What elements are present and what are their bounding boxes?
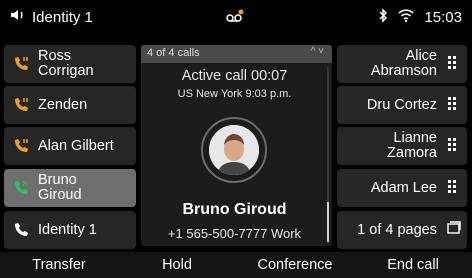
missed-call-icon bbox=[10, 137, 32, 155]
line-key-alan-gilbert[interactable]: Alan Gilbert bbox=[4, 127, 136, 165]
wifi-icon bbox=[398, 9, 415, 26]
end-call-button[interactable]: End call bbox=[354, 252, 472, 278]
status-identity-label: Identity 1 bbox=[32, 8, 93, 26]
status-identity: Identity 1 bbox=[10, 8, 93, 26]
caller-avatar-ring bbox=[201, 117, 267, 183]
caller-name: Bruno Giroud bbox=[182, 201, 287, 218]
active-call-icon bbox=[10, 179, 32, 197]
grid-icon bbox=[445, 55, 461, 73]
voicemail-icon bbox=[225, 9, 245, 27]
call-status: Active call 00:07 bbox=[181, 68, 288, 84]
call-timezone: US New York 9:03 p.m. bbox=[177, 88, 292, 100]
call-nav-arrows-icon[interactable]: ^ ˅ bbox=[311, 46, 324, 57]
grid-icon bbox=[445, 96, 461, 114]
line-key-label: Zenden bbox=[38, 96, 88, 113]
clock: 15:03 bbox=[424, 9, 462, 26]
line-key-alice-abramson[interactable]: Alice Abramson bbox=[337, 45, 467, 83]
line-key-label: Ross Corrigan bbox=[38, 48, 94, 79]
missed-call-icon bbox=[10, 96, 32, 114]
line-key-label: Bruno Giroud bbox=[38, 172, 82, 203]
active-call-panel[interactable]: 4 of 4 calls ^ ˅ Active call 00:07 US Ne… bbox=[141, 45, 332, 246]
transfer-button[interactable]: Transfer bbox=[0, 252, 118, 278]
line-key-bruno-giroud[interactable]: Bruno Giroud bbox=[4, 169, 136, 207]
line-key-lianne-zamora[interactable]: Lianne Zamora bbox=[337, 127, 467, 165]
line-key-label: Lianne Zamora bbox=[387, 130, 437, 161]
status-bar: Identity 1 15:03 bbox=[0, 0, 472, 34]
line-key-label: Identity 1 bbox=[38, 221, 97, 238]
grid-icon bbox=[445, 179, 461, 197]
line-key-label: Adam Lee bbox=[370, 179, 437, 196]
line-key-page-indicator[interactable]: 1 of 4 pages bbox=[337, 211, 467, 249]
handset-icon bbox=[10, 221, 32, 239]
scroll-thumb[interactable] bbox=[327, 202, 329, 242]
line-key-label: 1 of 4 pages bbox=[357, 221, 437, 238]
status-right: 15:03 bbox=[378, 8, 462, 27]
bluetooth-icon bbox=[378, 8, 388, 27]
line-key-label: Dru Cortez bbox=[366, 96, 437, 113]
grid-icon bbox=[445, 137, 461, 155]
pages-icon bbox=[445, 221, 461, 239]
conference-button[interactable]: Conference bbox=[236, 252, 354, 278]
line-key-label: Alan Gilbert bbox=[38, 137, 114, 154]
hold-button[interactable]: Hold bbox=[118, 252, 236, 278]
speaker-icon bbox=[10, 8, 26, 26]
call-scrollbar[interactable] bbox=[327, 67, 329, 243]
line-key-dru-cortez[interactable]: Dru Cortez bbox=[337, 86, 467, 124]
caller-number: +1 565-500-7777 Work bbox=[167, 226, 302, 241]
softkey-bar: Transfer Hold Conference End call bbox=[0, 252, 472, 278]
caller-avatar bbox=[209, 125, 259, 175]
line-key-identity-1[interactable]: Identity 1 bbox=[4, 211, 136, 249]
line-key-adam-lee[interactable]: Adam Lee bbox=[337, 169, 467, 207]
line-key-ross-corrigan[interactable]: Ross Corrigan bbox=[4, 45, 136, 83]
line-key-label: Alice Abramson bbox=[370, 48, 437, 79]
line-key-zenden[interactable]: Zenden bbox=[4, 86, 136, 124]
call-counter: 4 of 4 calls bbox=[147, 47, 200, 59]
missed-call-icon bbox=[10, 55, 32, 73]
call-counter-bar: 4 of 4 calls ^ ˅ bbox=[141, 45, 332, 63]
